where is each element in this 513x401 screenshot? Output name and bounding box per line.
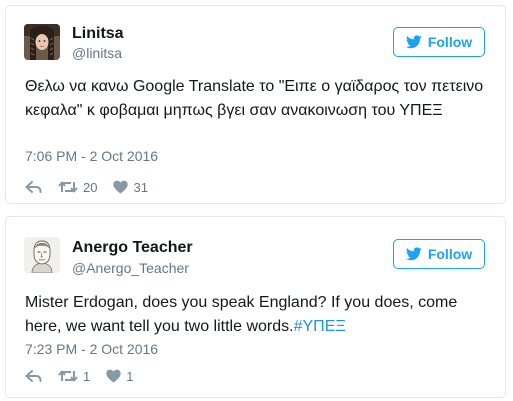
retweet-icon (58, 181, 78, 193)
reply-icon (25, 180, 42, 193)
follow-button[interactable]: Follow (393, 27, 485, 57)
display-name[interactable]: Anergo Teacher (72, 239, 193, 257)
tweet-actions: 1 1 (25, 367, 149, 385)
reply-icon (25, 369, 42, 382)
tweet-text-body: Mister Erdogan, does you speak England? … (25, 294, 458, 335)
user-handle[interactable]: @Anergo_Teacher (72, 260, 189, 276)
like-count: 1 (126, 368, 134, 384)
user-handle[interactable]: @linitsa (72, 45, 122, 61)
follow-label: Follow (427, 34, 473, 50)
twitter-bird-icon (405, 35, 422, 49)
like-button[interactable]: 31 (113, 179, 148, 195)
follow-button[interactable]: Follow (393, 239, 485, 269)
like-count: 31 (133, 179, 148, 195)
woman-braids-avatar-icon (24, 24, 60, 60)
tweet-text: Θελω να κανω Google Translate το "Ειπε ο… (25, 78, 484, 119)
display-name[interactable]: Linitsa (72, 25, 124, 43)
tweet-timestamp[interactable]: 7:06 PM - 2 Oct 2016 (25, 148, 158, 164)
tweet-card: Linitsa @linitsa Follow Θελω να κανω Goo… (5, 5, 506, 204)
tweet-card: Anergo Teacher @Anergo_Teacher Follow Mi… (5, 216, 506, 398)
retweet-button[interactable]: 20 (58, 180, 97, 195)
retweet-icon (58, 370, 78, 382)
like-button[interactable]: 1 (106, 369, 133, 384)
retweet-count: 20 (83, 179, 98, 195)
tweet-feed: Linitsa @linitsa Follow Θελω να κανω Goo… (0, 0, 513, 401)
twitter-bird-icon (405, 247, 422, 261)
user-avatar[interactable] (24, 24, 60, 60)
reply-button[interactable] (25, 369, 42, 383)
follow-label: Follow (427, 246, 473, 262)
heart-icon (113, 180, 129, 194)
retweet-count: 1 (83, 368, 91, 384)
user-avatar[interactable] (24, 237, 60, 273)
tweet-text: Mister Erdogan, does you speak England? … (25, 291, 490, 339)
retweet-button[interactable]: 1 (58, 369, 90, 384)
tweet-timestamp[interactable]: 7:23 PM - 2 Oct 2016 (25, 341, 158, 357)
heart-icon (106, 369, 121, 383)
reply-button[interactable] (25, 180, 42, 194)
hashtag-link[interactable]: #ΥΠΕΞ (294, 318, 346, 335)
sketch-man-avatar-icon (24, 237, 60, 273)
tweet-actions: 20 31 (25, 178, 164, 196)
